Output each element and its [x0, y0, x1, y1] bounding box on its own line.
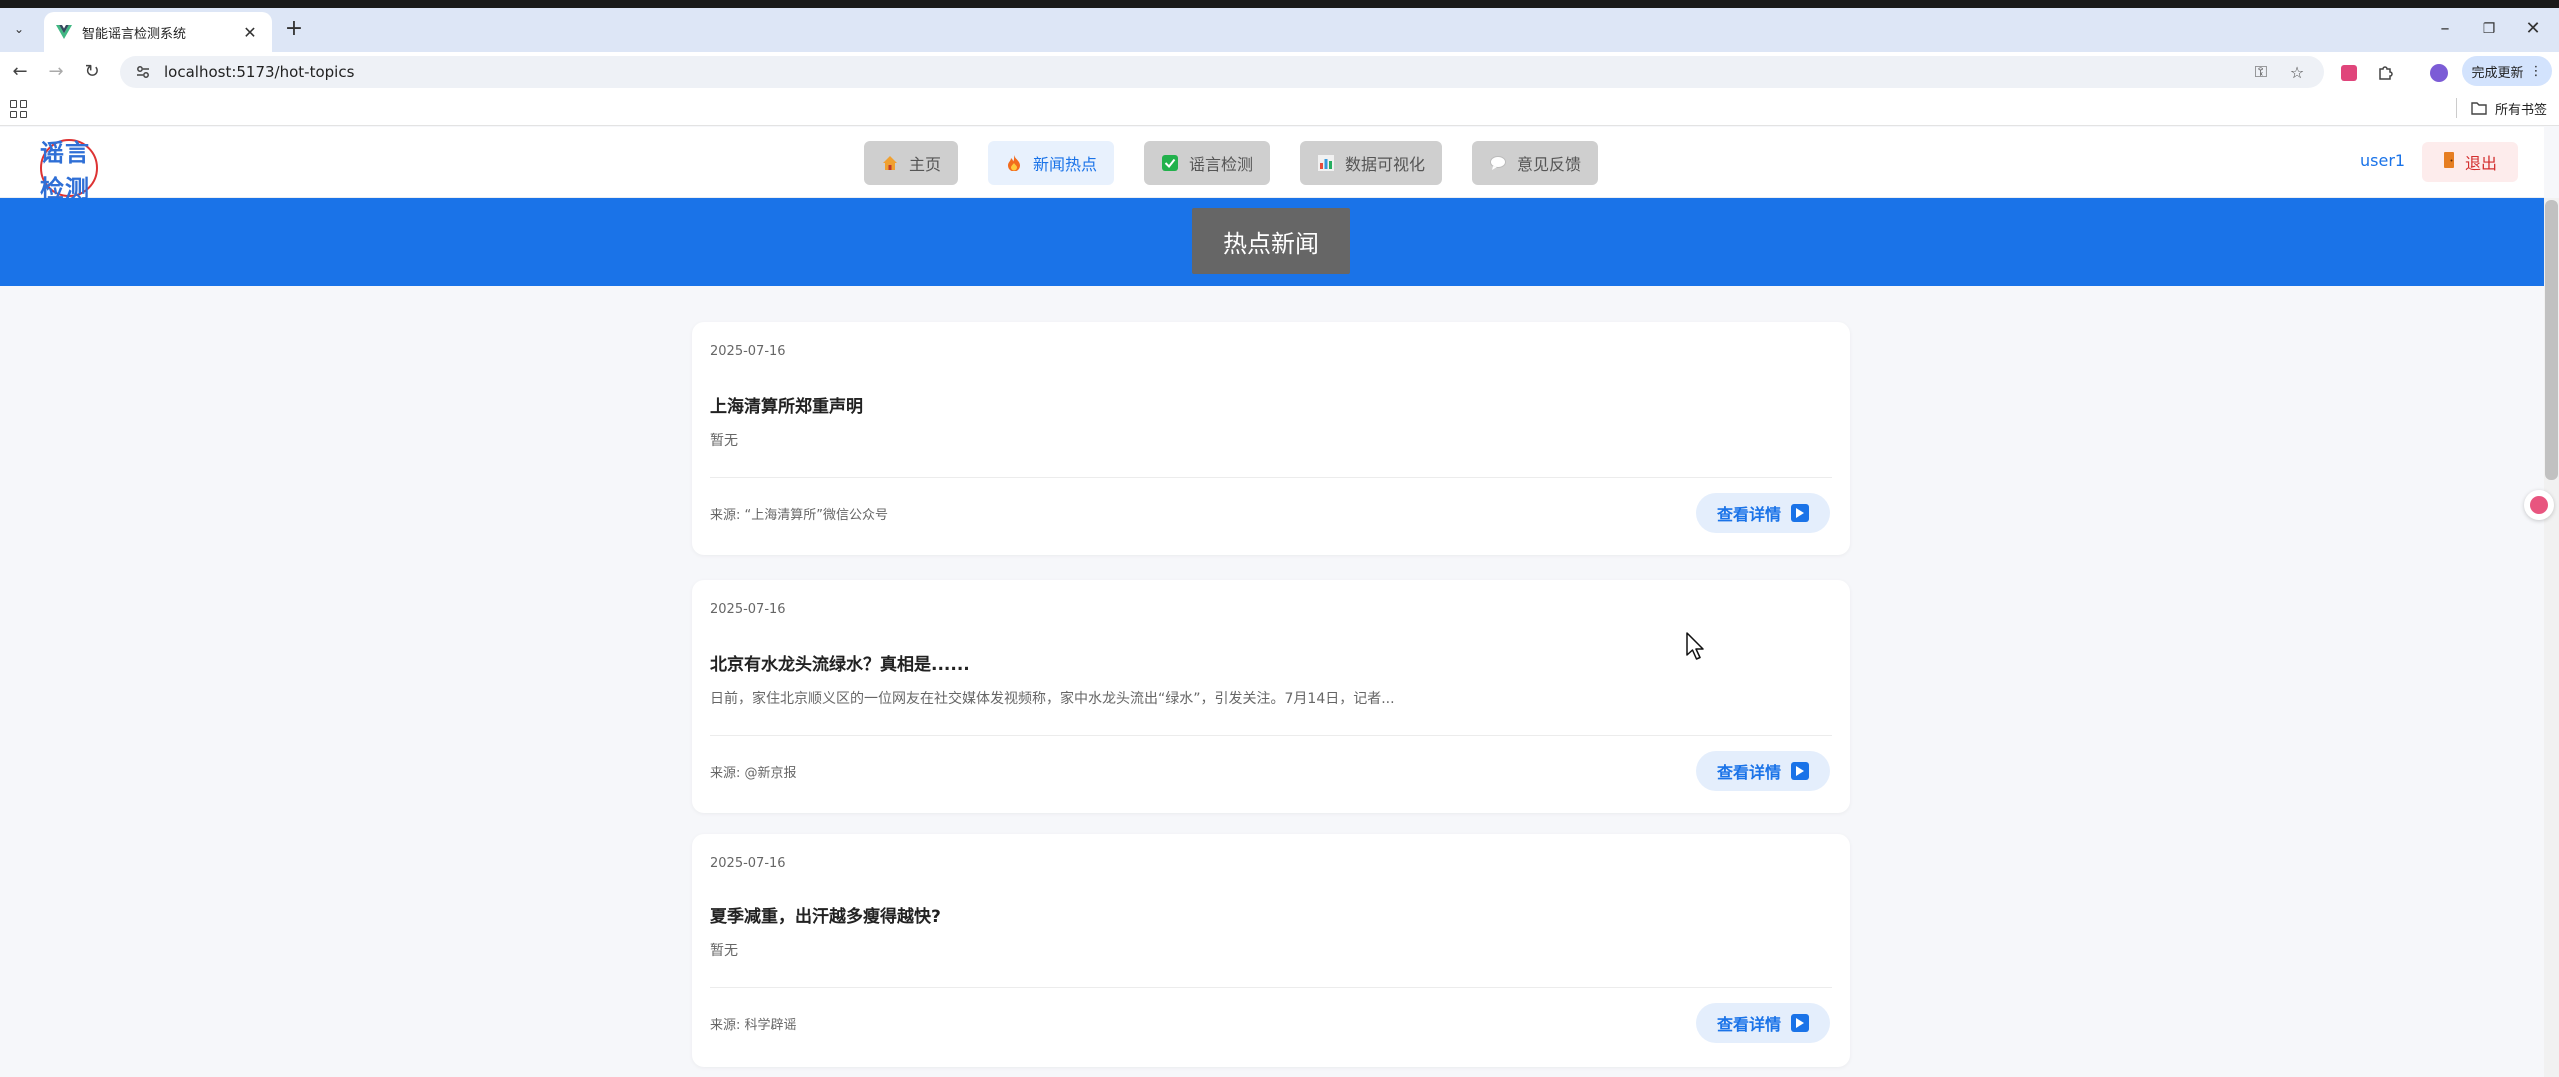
vue-favicon-icon: [56, 24, 72, 40]
news-summary: 暂无: [710, 433, 738, 449]
profile-avatar-icon[interactable]: [2426, 60, 2452, 86]
page-banner: 热点新闻: [0, 198, 2544, 286]
news-card: 2025-07-16 上海清算所郑重声明 暂无 来源: “上海清算所”微信公众号…: [692, 322, 1850, 555]
news-summary: 暂无: [710, 943, 738, 959]
logout-button[interactable]: 退出: [2422, 142, 2518, 182]
view-detail-label: 查看详情: [1716, 1015, 1781, 1034]
browser-tab-strip: ⌄ 智能谣言检测系统 ✕ + – ❐ ✕: [0, 8, 2559, 52]
more-menu-icon: ⋮: [2529, 63, 2543, 79]
news-date: 2025-07-16: [710, 856, 786, 871]
apps-grid-icon[interactable]: [10, 100, 28, 118]
view-detail-button[interactable]: 查看详情: [1696, 1003, 1830, 1043]
nav-data-visualization-label: 数据可视化: [1344, 155, 1425, 174]
browser-tab-title: 智能谣言检测系统: [82, 26, 187, 42]
bookmark-star-icon[interactable]: ☆: [2284, 63, 2310, 82]
view-detail-label: 查看详情: [1716, 763, 1781, 782]
address-bar[interactable]: localhost:5173/hot-topics ⚿ ☆: [120, 56, 2324, 88]
door-icon: [2443, 152, 2455, 172]
play-icon: [1791, 1014, 1809, 1032]
news-title: 上海清算所郑重声明: [710, 397, 863, 417]
chat-icon: [1489, 154, 1507, 172]
news-card: 2025-07-16 夏季减重，出汗越多瘦得越快? 暂无 来源: 科学辟谣 查看…: [692, 834, 1850, 1067]
nav-hot-topics[interactable]: 新闻热点: [988, 141, 1114, 185]
site-info-icon[interactable]: [134, 63, 152, 81]
nav-rumor-detect-label: 谣言检测: [1188, 155, 1253, 174]
news-source: 来源: @新京报: [710, 766, 797, 781]
restore-window-icon[interactable]: ❐: [2468, 14, 2510, 44]
browser-tab[interactable]: 智能谣言检测系统 ✕: [44, 12, 272, 52]
translate-extension-icon[interactable]: [2336, 60, 2362, 86]
back-arrow-icon[interactable]: ←: [6, 58, 34, 86]
translate-float-icon[interactable]: [2524, 490, 2554, 520]
extensions-puzzle-icon[interactable]: [2372, 60, 2398, 86]
news-source: 来源: “上海清算所”微信公众号: [710, 508, 888, 523]
update-button-label: 完成更新: [2471, 65, 2524, 81]
card-divider: [710, 477, 1832, 478]
page-title: 热点新闻: [1192, 208, 1350, 274]
news-date: 2025-07-16: [710, 602, 786, 617]
news-title: 北京有水龙头流绿水？真相是......: [710, 655, 970, 675]
news-title: 夏季减重，出汗越多瘦得越快?: [710, 907, 941, 927]
card-divider: [710, 987, 1832, 988]
forward-arrow-icon[interactable]: →: [42, 58, 70, 86]
nav-home[interactable]: 主页: [864, 141, 958, 185]
app-header: 谣言 检测 主页 新闻热点 谣言检测 数据可视化 意见反馈 user1 退出: [0, 127, 2544, 203]
logo[interactable]: 谣言 检测: [38, 131, 102, 203]
chart-icon: [1317, 154, 1335, 172]
mouse-cursor-icon: [1686, 632, 1704, 660]
view-detail-label: 查看详情: [1716, 505, 1781, 524]
reload-icon[interactable]: ↻: [78, 58, 106, 86]
page-scrollbar-thumb[interactable]: [2545, 200, 2558, 480]
logout-label: 退出: [2464, 154, 2497, 173]
nav-rumor-detect[interactable]: 谣言检测: [1144, 141, 1270, 185]
news-date: 2025-07-16: [710, 344, 786, 359]
update-button[interactable]: 完成更新 ⋮: [2462, 56, 2552, 86]
play-icon: [1791, 504, 1809, 522]
nav-hot-topics-label: 新闻热点: [1032, 155, 1097, 174]
view-detail-button[interactable]: 查看详情: [1696, 493, 1830, 533]
folder-icon: [2471, 102, 2487, 115]
close-tab-icon[interactable]: ✕: [240, 23, 260, 42]
all-bookmarks[interactable]: 所有书签: [2455, 98, 2547, 118]
window-top-edge: [0, 0, 2559, 8]
username[interactable]: user1: [2360, 151, 2405, 170]
close-window-icon[interactable]: ✕: [2512, 14, 2554, 44]
play-icon: [1791, 762, 1809, 780]
home-icon: [881, 154, 899, 172]
nav-data-visualization[interactable]: 数据可视化: [1300, 141, 1442, 185]
new-tab-plus-icon[interactable]: +: [280, 16, 308, 44]
bookmarks-bar: 所有书签: [0, 92, 2559, 126]
tab-search-chevron-icon[interactable]: ⌄: [6, 16, 32, 42]
logo-text-line1: 谣言: [40, 139, 90, 167]
minimize-window-icon[interactable]: –: [2424, 14, 2466, 44]
bookmarks-separator: [2455, 98, 2457, 118]
browser-toolbar: ← → ↻ localhost:5173/hot-topics ⚿ ☆ 完成更新…: [0, 52, 2559, 92]
card-divider: [710, 735, 1832, 736]
url-text: localhost:5173/hot-topics: [164, 63, 355, 81]
view-detail-button[interactable]: 查看详情: [1696, 751, 1830, 791]
news-card: 2025-07-16 北京有水龙头流绿水？真相是...... 日前，家住北京顺义…: [692, 580, 1850, 813]
check-icon: [1161, 154, 1179, 172]
fire-icon: [1005, 154, 1023, 172]
nav-home-label: 主页: [908, 155, 941, 174]
news-summary: 日前，家住北京顺义区的一位网友在社交媒体发视频称，家中水龙头流出“绿水”，引发关…: [710, 691, 1395, 707]
password-key-icon[interactable]: ⚿: [2248, 62, 2274, 82]
all-bookmarks-label: 所有书签: [2494, 102, 2547, 118]
nav-feedback-label: 意见反馈: [1516, 155, 1581, 174]
news-source: 来源: 科学辟谣: [710, 1018, 797, 1033]
nav-feedback[interactable]: 意见反馈: [1472, 141, 1598, 185]
